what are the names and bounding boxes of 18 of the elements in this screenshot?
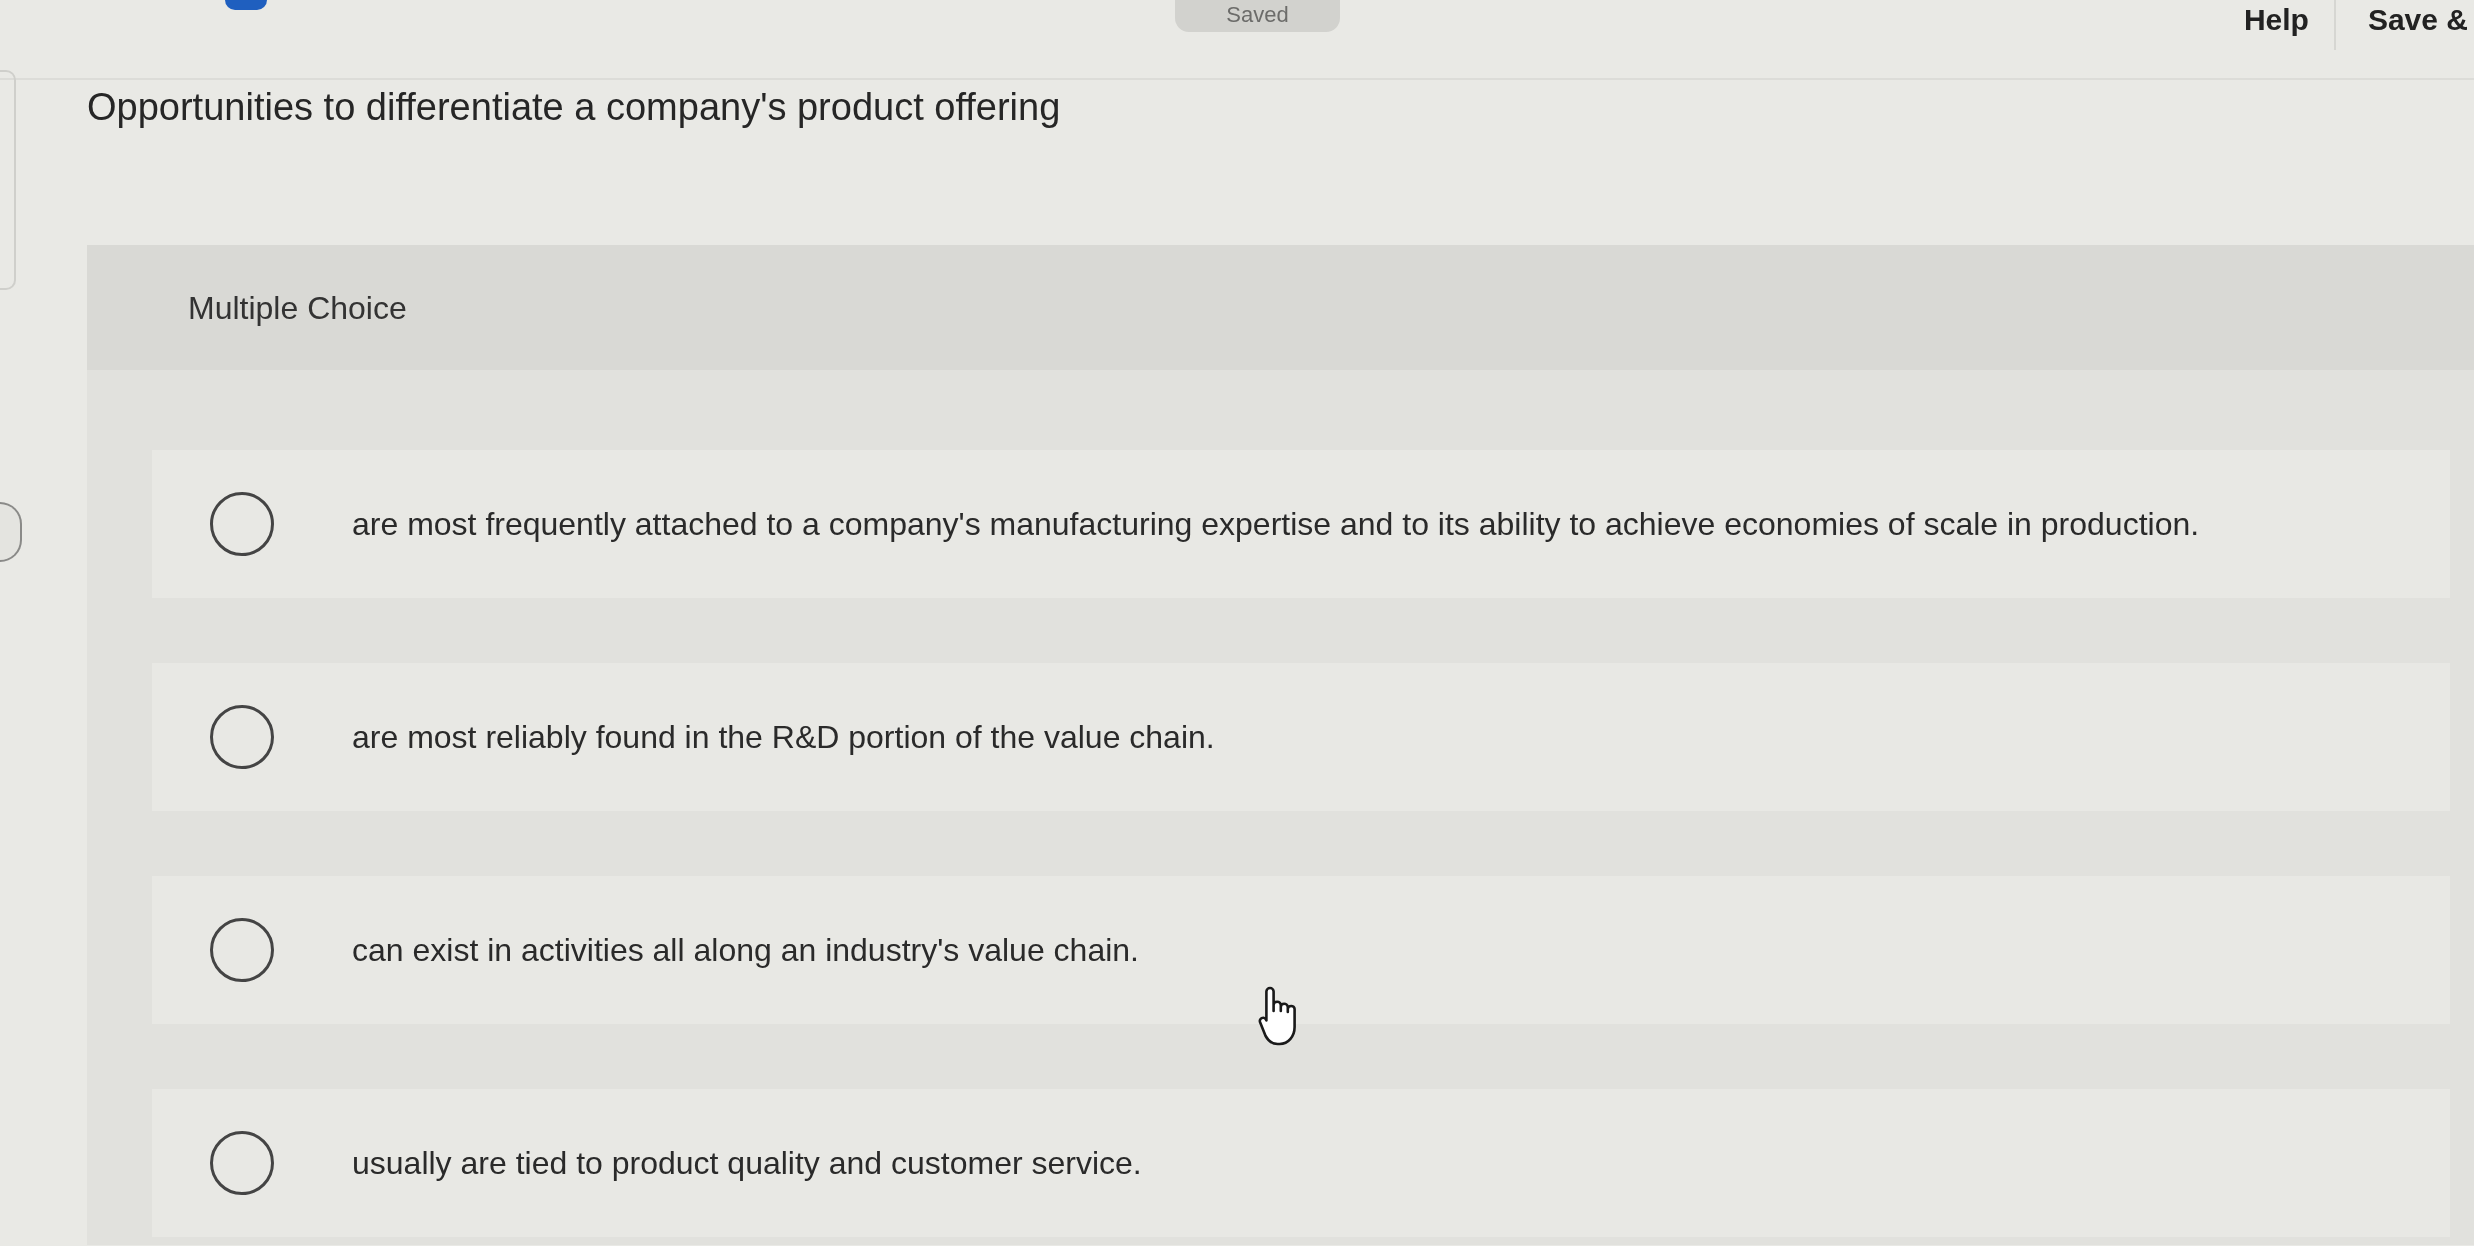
side-button[interactable]	[0, 502, 22, 562]
radio-button[interactable]	[210, 492, 274, 556]
question-type-label: Multiple Choice	[188, 288, 407, 328]
choice-text: are most reliably found in the R&D portion of the value chain.	[352, 718, 1215, 757]
choice-text: are most frequently attached to a company's manufacturing expertise and to its ability to achieve economies of scale in production.	[352, 505, 2200, 544]
question-prompt: Opportunities to differentiate a company's product offering	[87, 85, 1062, 130]
choice-row[interactable]: are most frequently attached to a company's manufacturing expertise and to its ability to achieve economies of scale in production.	[152, 450, 2450, 598]
choice-row[interactable]: are most reliably found in the R&D portion of the value chain.	[152, 663, 2450, 811]
save-link[interactable]: Save &	[2335, 0, 2468, 40]
radio-button[interactable]	[210, 1131, 274, 1195]
choice-text: usually are tied to product quality and customer service.	[352, 1144, 1142, 1183]
help-link[interactable]: Help	[2243, 0, 2334, 40]
saved-status: Saved	[1175, 0, 1340, 32]
radio-button[interactable]	[210, 705, 274, 769]
choice-row[interactable]: can exist in activities all along an industry's value chain.	[152, 876, 2450, 1024]
choice-row[interactable]: usually are tied to product quality and customer service.	[152, 1089, 2450, 1237]
radio-button[interactable]	[210, 918, 274, 982]
choice-text: can exist in activities all along an industry's value chain.	[352, 931, 1139, 970]
